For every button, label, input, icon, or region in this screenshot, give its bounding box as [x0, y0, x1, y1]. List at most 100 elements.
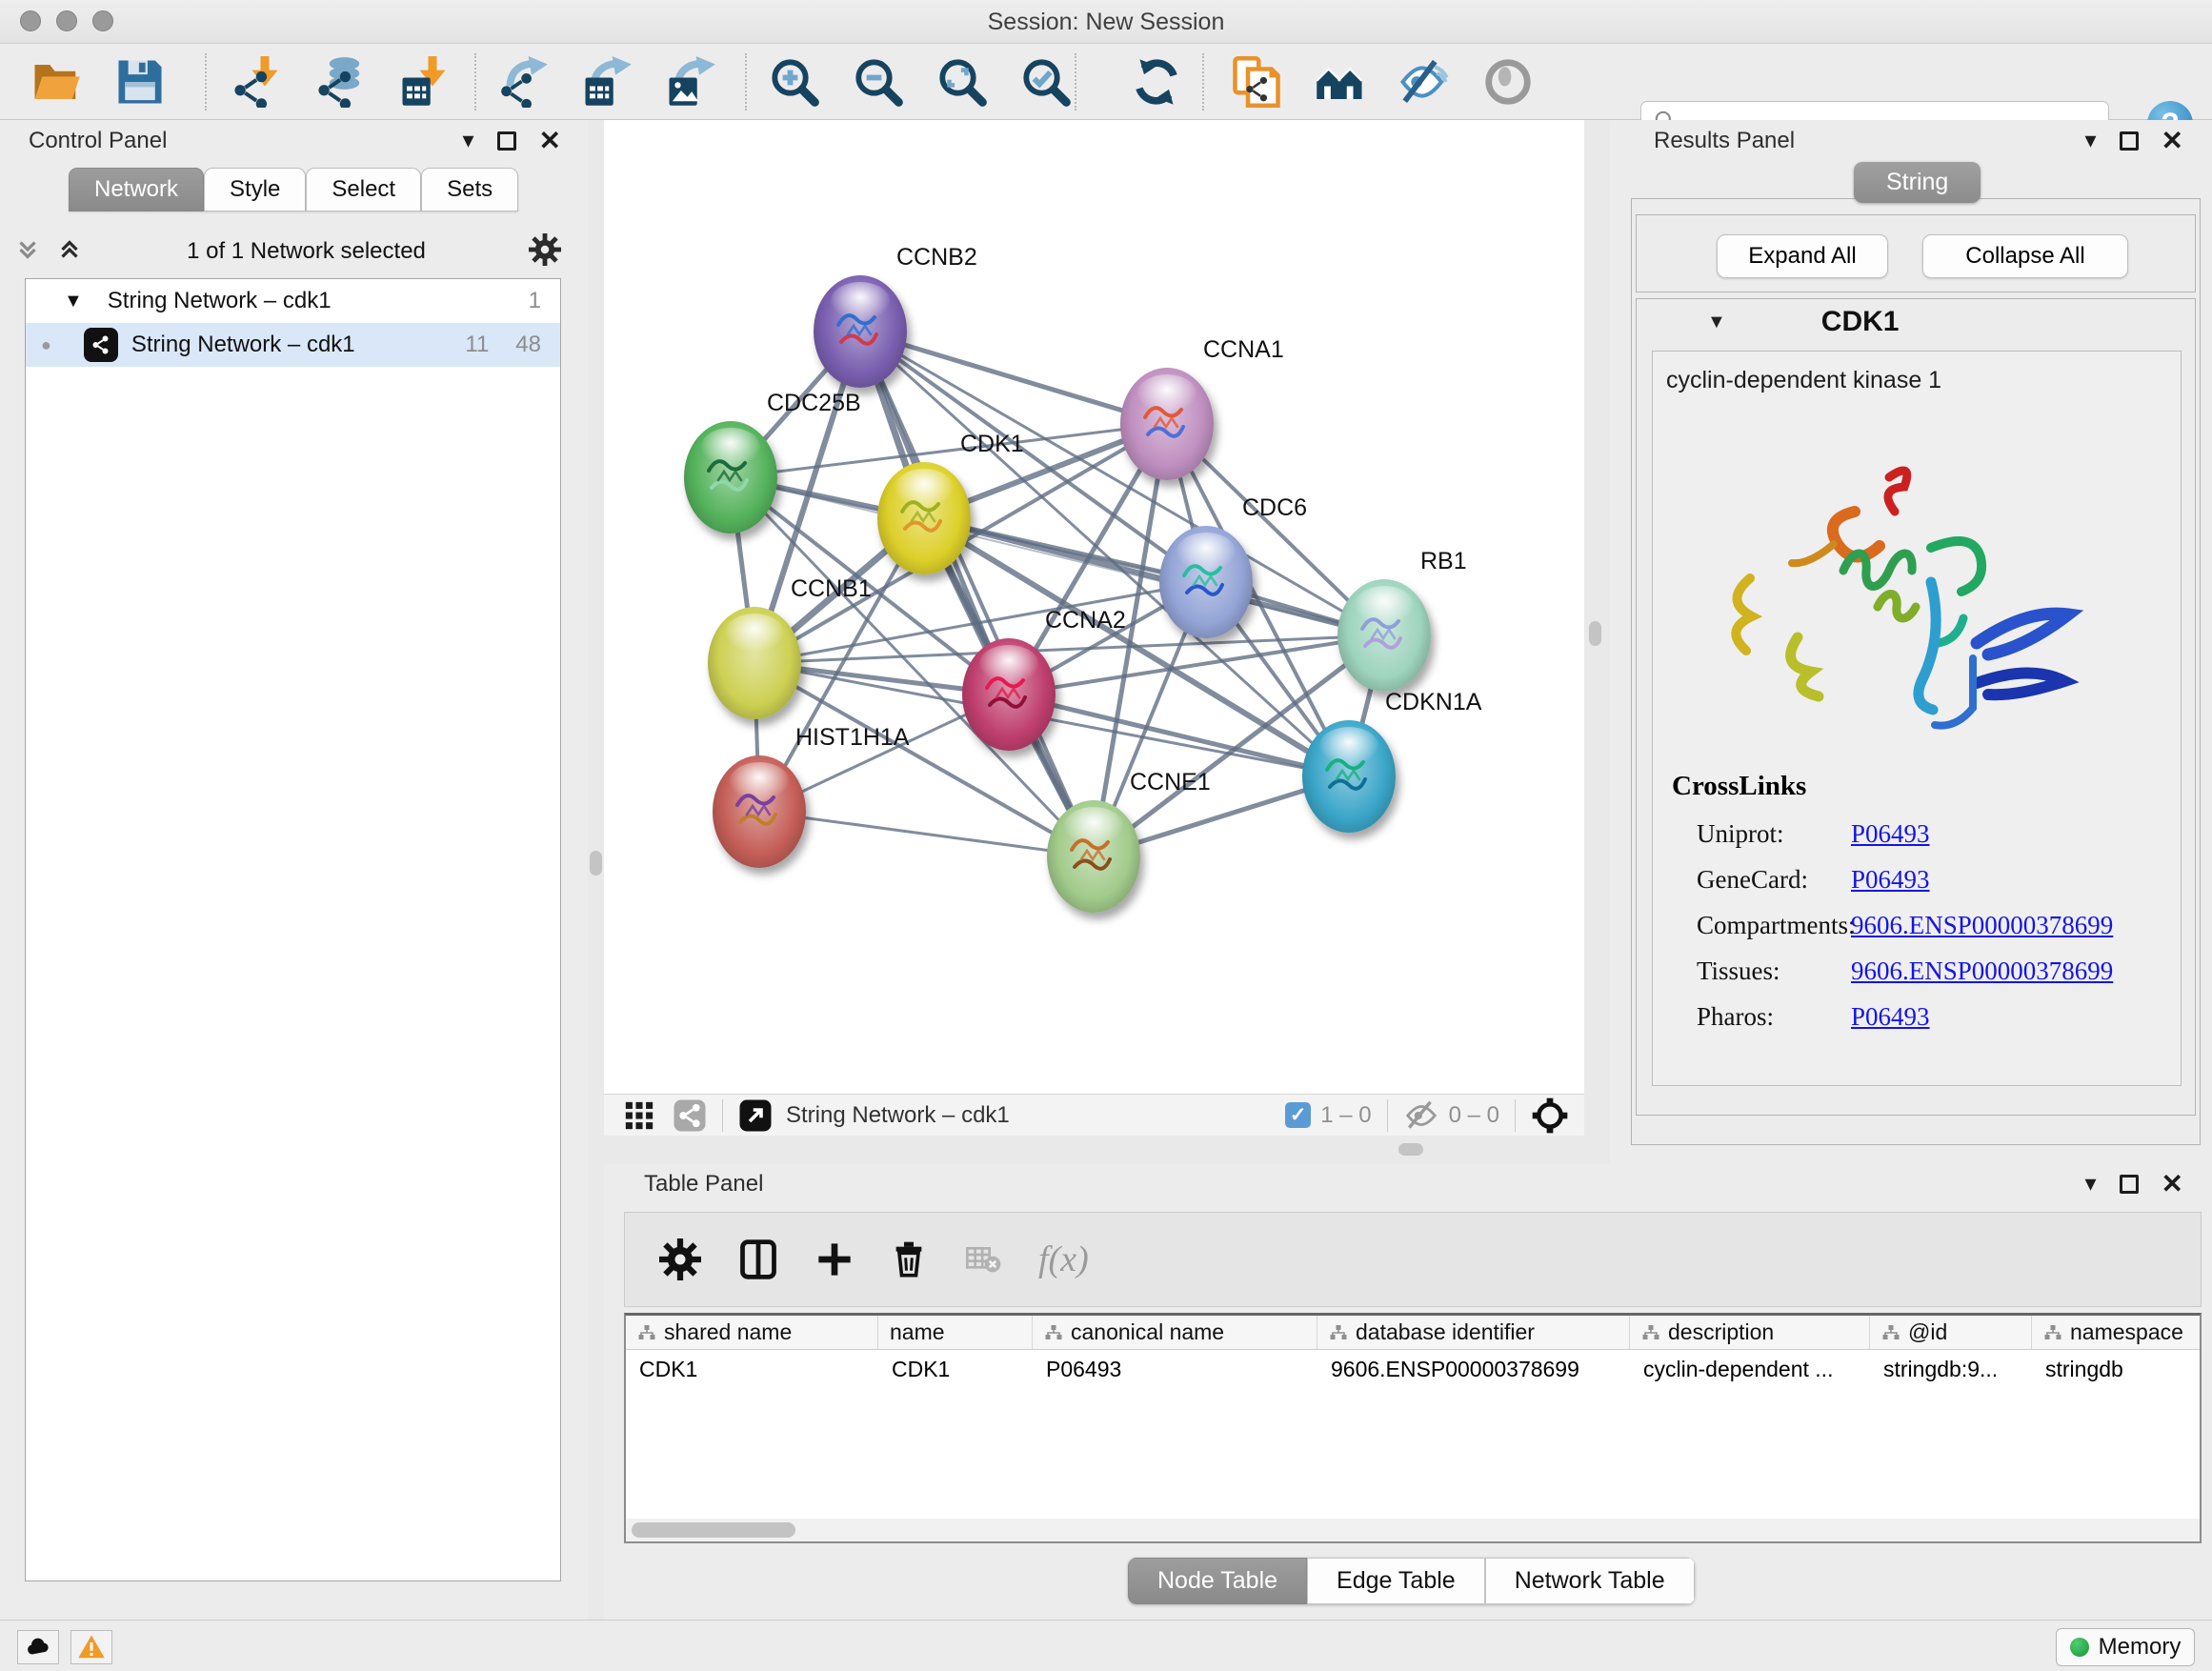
birdseye-crosshair-icon[interactable] [1531, 1097, 1569, 1135]
cloud-status-button[interactable] [17, 1630, 59, 1664]
cell-namespace[interactable]: stringdb [2032, 1350, 2202, 1388]
zoom-selected-icon [1020, 56, 1072, 108]
tab-node-table[interactable]: Node Table [1128, 1558, 1307, 1604]
shared-column-icon [2043, 1323, 2062, 1342]
current-network-dot-icon: ● [41, 335, 51, 355]
selected-checkbox-icon[interactable]: ✓ [1285, 1102, 1311, 1128]
bottom-splitter-handle[interactable] [1398, 1143, 1423, 1156]
tab-select[interactable]: Select [306, 168, 421, 211]
node-CCNB2[interactable] [814, 275, 907, 388]
column-header--id[interactable]: @id [1870, 1316, 2032, 1349]
node-table[interactable]: shared namenamecanonical namedatabase id… [624, 1313, 2202, 1543]
memory-button[interactable]: Memory [2056, 1628, 2195, 1666]
collapse-all-networks-icon[interactable] [55, 235, 84, 269]
zoom-selected-button[interactable] [1018, 54, 1074, 110]
crosslink-link[interactable]: 9606.ENSP00000378699 [1851, 911, 2113, 939]
float-panel-icon[interactable] [497, 131, 516, 151]
network-row-selected[interactable]: ● String Network – cdk1 11 48 [26, 323, 560, 367]
export-table-button[interactable] [579, 54, 634, 110]
node-CCNB1[interactable] [708, 607, 801, 719]
import-table-button[interactable] [396, 54, 452, 110]
column-header-name[interactable]: name [878, 1316, 1033, 1349]
expand-all-button[interactable]: Expand All [1717, 234, 1888, 278]
close-panel-icon[interactable]: ✕ [2162, 1171, 2183, 1198]
cell-database-identifier[interactable]: 9606.ENSP00000378699 [1317, 1350, 1630, 1388]
save-session-button[interactable] [112, 54, 168, 110]
table-options-gear-icon[interactable] [659, 1238, 701, 1280]
column-header-canonical-name[interactable]: canonical name [1033, 1316, 1317, 1349]
table-row[interactable]: CDK1CDK1P064939606.ENSP00000378699cyclin… [626, 1350, 2200, 1388]
network-collection-row[interactable]: ▼ String Network – cdk1 1 [26, 279, 560, 323]
panel-menu-icon[interactable]: ▾ [2084, 130, 2096, 152]
add-column-icon[interactable] [815, 1240, 854, 1278]
expand-all-networks-icon[interactable] [13, 235, 42, 269]
edge-HIST1H1A-CCNE1[interactable] [759, 812, 1094, 856]
column-header-description[interactable]: description [1630, 1316, 1870, 1349]
crosslink-link[interactable]: P06493 [1851, 819, 1930, 848]
cell-canonical-name[interactable]: P06493 [1033, 1350, 1317, 1388]
open-session-button[interactable] [29, 54, 84, 110]
export-image-button[interactable] [663, 54, 718, 110]
network-canvas[interactable]: CCNB2 CCNA1 CDC25B CDK1 CDC6 RB1 CCNB1 C… [604, 120, 1584, 1094]
import-network-database-button[interactable] [312, 54, 368, 110]
export-image-icon [665, 56, 716, 108]
crosslink-link[interactable]: P06493 [1851, 1002, 1930, 1031]
panel-menu-icon[interactable]: ▾ [2084, 1173, 2096, 1196]
cell--id[interactable]: stringdb:9... [1870, 1350, 2032, 1388]
tab-style[interactable]: Style [204, 168, 306, 211]
tab-string[interactable]: String [1854, 162, 1981, 203]
refresh-layout-button[interactable] [1129, 54, 1184, 110]
import-network-file-button[interactable] [229, 54, 284, 110]
show-columns-icon[interactable] [737, 1238, 779, 1280]
column-header-shared-name[interactable]: shared name [626, 1316, 878, 1349]
string-view-icon[interactable] [673, 1098, 707, 1133]
node-CDC25B[interactable] [684, 421, 777, 534]
inactive-eye-button[interactable] [1480, 54, 1536, 110]
column-header-namespace[interactable]: namespace [2032, 1316, 2202, 1349]
tab-sets[interactable]: Sets [421, 168, 518, 211]
panel-menu-icon[interactable]: ▾ [462, 130, 473, 152]
left-splitter-handle[interactable] [590, 851, 602, 876]
node-CDC6[interactable] [1159, 526, 1253, 638]
node-CDK1[interactable] [877, 462, 971, 574]
collapse-entry-triangle-icon[interactable]: ▼ [1707, 312, 1726, 333]
node-CCNA1[interactable] [1120, 368, 1214, 480]
zoom-out-button[interactable] [851, 54, 906, 110]
tab-edge-table[interactable]: Edge Table [1307, 1558, 1485, 1604]
close-panel-icon[interactable]: ✕ [2162, 128, 2183, 154]
table-hscrollbar[interactable] [626, 1519, 2200, 1541]
float-panel-icon[interactable] [2120, 1175, 2139, 1194]
collapse-all-button[interactable]: Collapse All [1922, 234, 2128, 278]
node-RB1[interactable] [1337, 579, 1431, 692]
crosslink-link[interactable]: P06493 [1851, 865, 1930, 894]
tab-network[interactable]: Network [69, 168, 204, 211]
compartments-button[interactable] [1313, 54, 1368, 110]
grid-view-icon[interactable] [623, 1099, 655, 1132]
cell-description[interactable]: cyclin-dependent ... [1630, 1350, 1870, 1388]
delete-column-icon[interactable] [890, 1240, 928, 1278]
crosslink-link[interactable]: 9606.ENSP00000378699 [1851, 956, 2113, 985]
hide-glass-button[interactable] [1397, 54, 1452, 110]
network-options-gear-icon[interactable] [529, 233, 561, 271]
string-import-button[interactable] [1229, 54, 1284, 110]
float-panel-icon[interactable] [2120, 131, 2139, 151]
right-splitter-handle[interactable] [1589, 621, 1601, 646]
open-in-new-window-icon[interactable] [738, 1098, 773, 1133]
tab-network-table[interactable]: Network Table [1485, 1558, 1695, 1604]
warning-button[interactable] [70, 1630, 112, 1664]
node-CCNA2[interactable] [962, 638, 1056, 751]
cell-name[interactable]: CDK1 [878, 1350, 1033, 1388]
edge-CCNB2-CCNE1[interactable] [860, 332, 1094, 856]
node-HIST1H1A[interactable] [713, 755, 806, 868]
zoom-fit-button[interactable] [935, 54, 990, 110]
scrollbar-thumb[interactable] [632, 1522, 795, 1538]
cell-shared-name[interactable]: CDK1 [626, 1350, 878, 1388]
column-header-database-identifier[interactable]: database identifier [1317, 1316, 1630, 1349]
close-panel-icon[interactable]: ✕ [539, 128, 561, 154]
node-CCNE1[interactable] [1047, 800, 1140, 913]
zoom-in-button[interactable] [767, 54, 822, 110]
crosslink-row: GeneCard: P06493 [1672, 865, 2167, 895]
node-CDKN1A[interactable] [1302, 720, 1396, 833]
export-network-button[interactable] [495, 54, 551, 110]
collapse-triangle-icon[interactable]: ▼ [64, 291, 83, 312]
